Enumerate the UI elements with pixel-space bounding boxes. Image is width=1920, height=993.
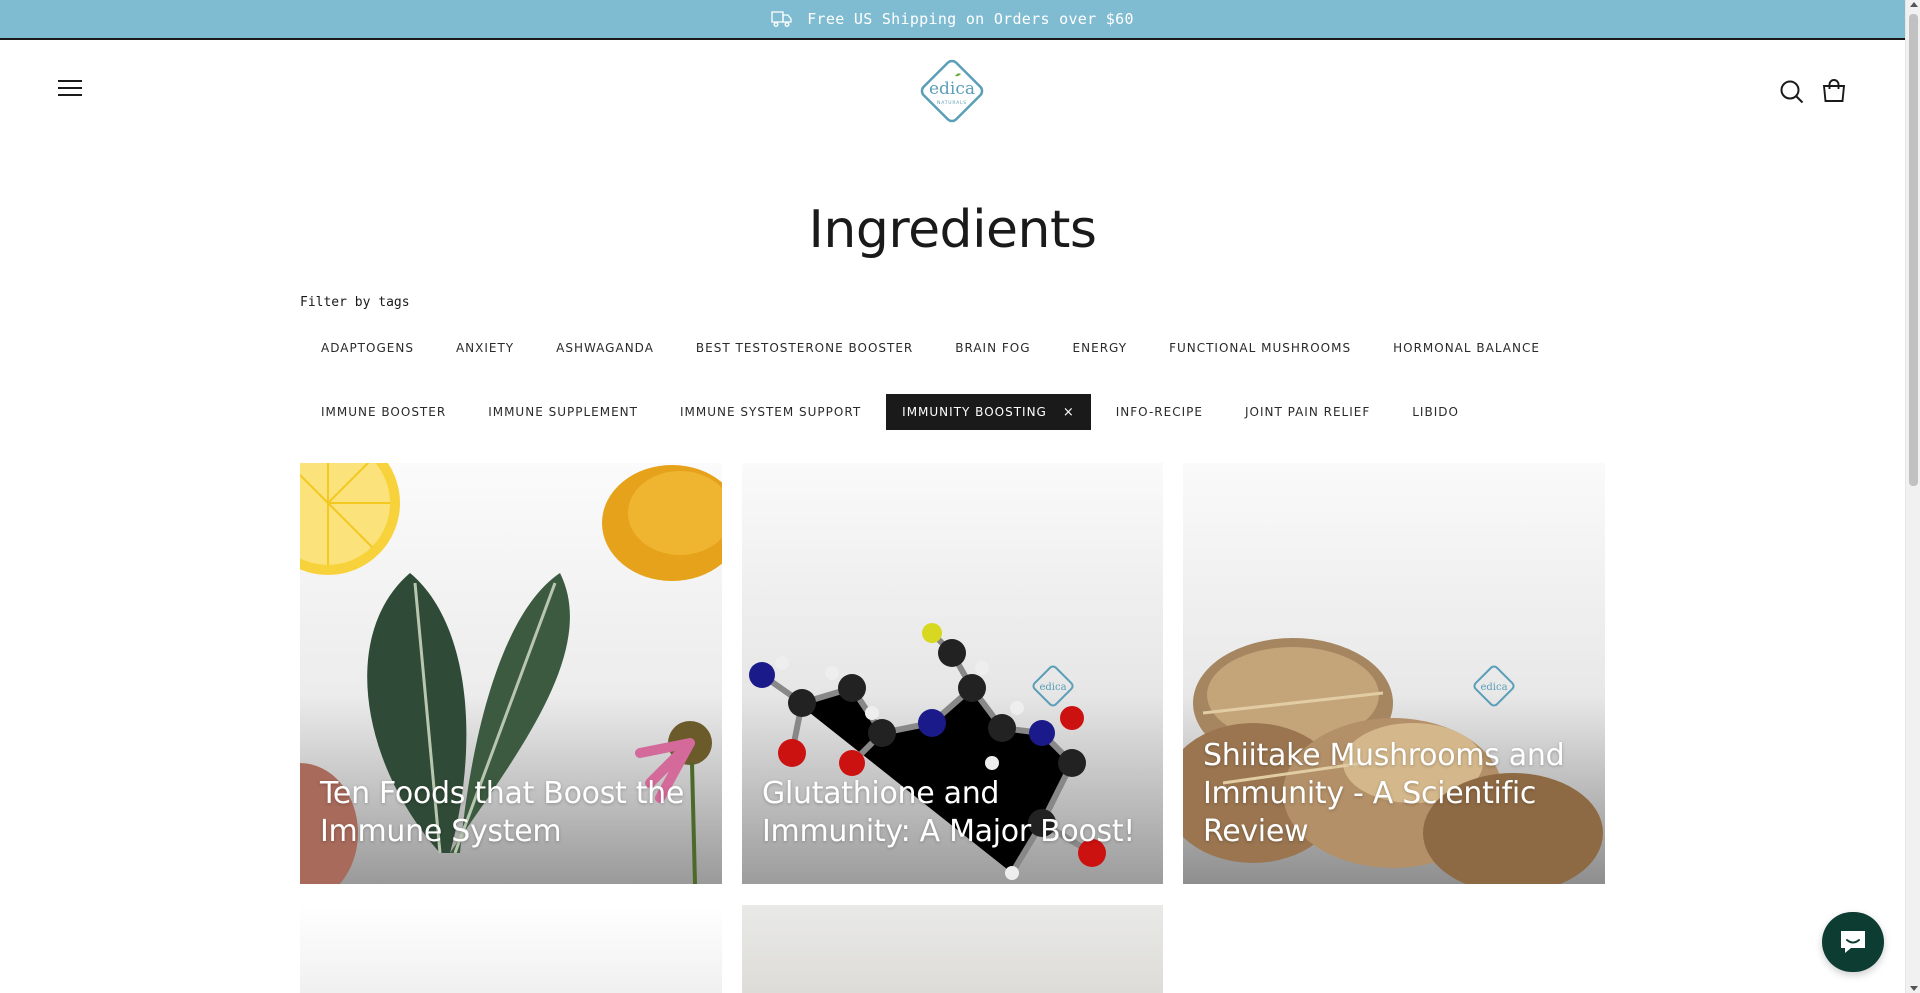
tag-functional-mushrooms[interactable]: FUNCTIONAL MUSHROOMS	[1148, 330, 1372, 366]
tag-immunity-boosting-active[interactable]: IMMUNITY BOOSTING ×	[886, 394, 1091, 430]
tag-filter-list: ADAPTOGENS ANXIETY ASHWAGANDA BEST TESTO…	[300, 330, 1620, 430]
article-card-partial[interactable]	[300, 905, 722, 993]
shopping-bag-icon[interactable]	[1821, 78, 1847, 104]
logo-text: edica	[929, 79, 975, 99]
hamburger-menu-icon[interactable]	[58, 80, 82, 100]
tag-brain-fog[interactable]: BRAIN FOG	[934, 330, 1051, 366]
page-scrollbar[interactable]	[1905, 0, 1920, 993]
tag-hormonal-balance[interactable]: HORMONAL BALANCE	[1372, 330, 1561, 366]
page-title: Ingredients	[808, 200, 1097, 260]
site-logo[interactable]: edica NATURALS	[915, 54, 989, 128]
truck-icon	[771, 9, 793, 29]
tag-libido[interactable]: LIBIDO	[1391, 394, 1480, 430]
tag-joint-pain-relief[interactable]: JOINT PAIN RELIEF	[1224, 394, 1391, 430]
scroll-down-arrow-icon[interactable]	[1910, 986, 1918, 991]
tag-anxiety[interactable]: ANXIETY	[435, 330, 535, 366]
article-card[interactable]: edica Shiitake Mushrooms and Immunity - …	[1183, 463, 1605, 884]
scroll-up-arrow-icon[interactable]	[1910, 2, 1918, 7]
tag-energy[interactable]: ENERGY	[1052, 330, 1149, 366]
tag-info-recipe[interactable]: INFO-RECIPE	[1095, 394, 1224, 430]
article-title[interactable]: Glutathione and Immunity: A Major Boost!	[762, 775, 1147, 851]
tag-immune-booster[interactable]: IMMUNE BOOSTER	[300, 394, 467, 430]
filter-label: Filter by tags	[300, 295, 410, 310]
site-header: edica NATURALS	[0, 42, 1905, 142]
tag-adaptogens[interactable]: ADAPTOGENS	[300, 330, 435, 366]
scroll-thumb[interactable]	[1909, 14, 1918, 486]
article-card[interactable]: edica Glutathione and Immunity: A Major …	[742, 463, 1163, 884]
svg-text:edica: edica	[1039, 682, 1066, 693]
article-card-partial[interactable]	[742, 905, 1163, 993]
search-icon[interactable]	[1779, 79, 1805, 105]
tag-label: IMMUNITY BOOSTING	[902, 405, 1047, 419]
svg-text:edica: edica	[1480, 682, 1507, 693]
article-card[interactable]: Ten Foods that Boost the Immune System	[300, 463, 722, 884]
tag-ashwaganda[interactable]: ASHWAGANDA	[535, 330, 675, 366]
remove-tag-icon[interactable]: ×	[1063, 405, 1075, 420]
chat-bubble-icon[interactable]	[1822, 912, 1884, 972]
article-title[interactable]: Shiitake Mushrooms and Immunity - A Scie…	[1203, 737, 1589, 851]
tag-best-testosterone-booster[interactable]: BEST TESTOSTERONE BOOSTER	[675, 330, 934, 366]
logo-subtext: NATURALS	[937, 100, 967, 106]
announcement-bar: Free US Shipping on Orders over $60	[0, 0, 1905, 40]
tag-immune-system-support[interactable]: IMMUNE SYSTEM SUPPORT	[659, 394, 882, 430]
tag-immune-supplement[interactable]: IMMUNE SUPPLEMENT	[467, 394, 659, 430]
announcement-text: Free US Shipping on Orders over $60	[807, 10, 1134, 28]
article-title[interactable]: Ten Foods that Boost the Immune System	[320, 775, 706, 851]
